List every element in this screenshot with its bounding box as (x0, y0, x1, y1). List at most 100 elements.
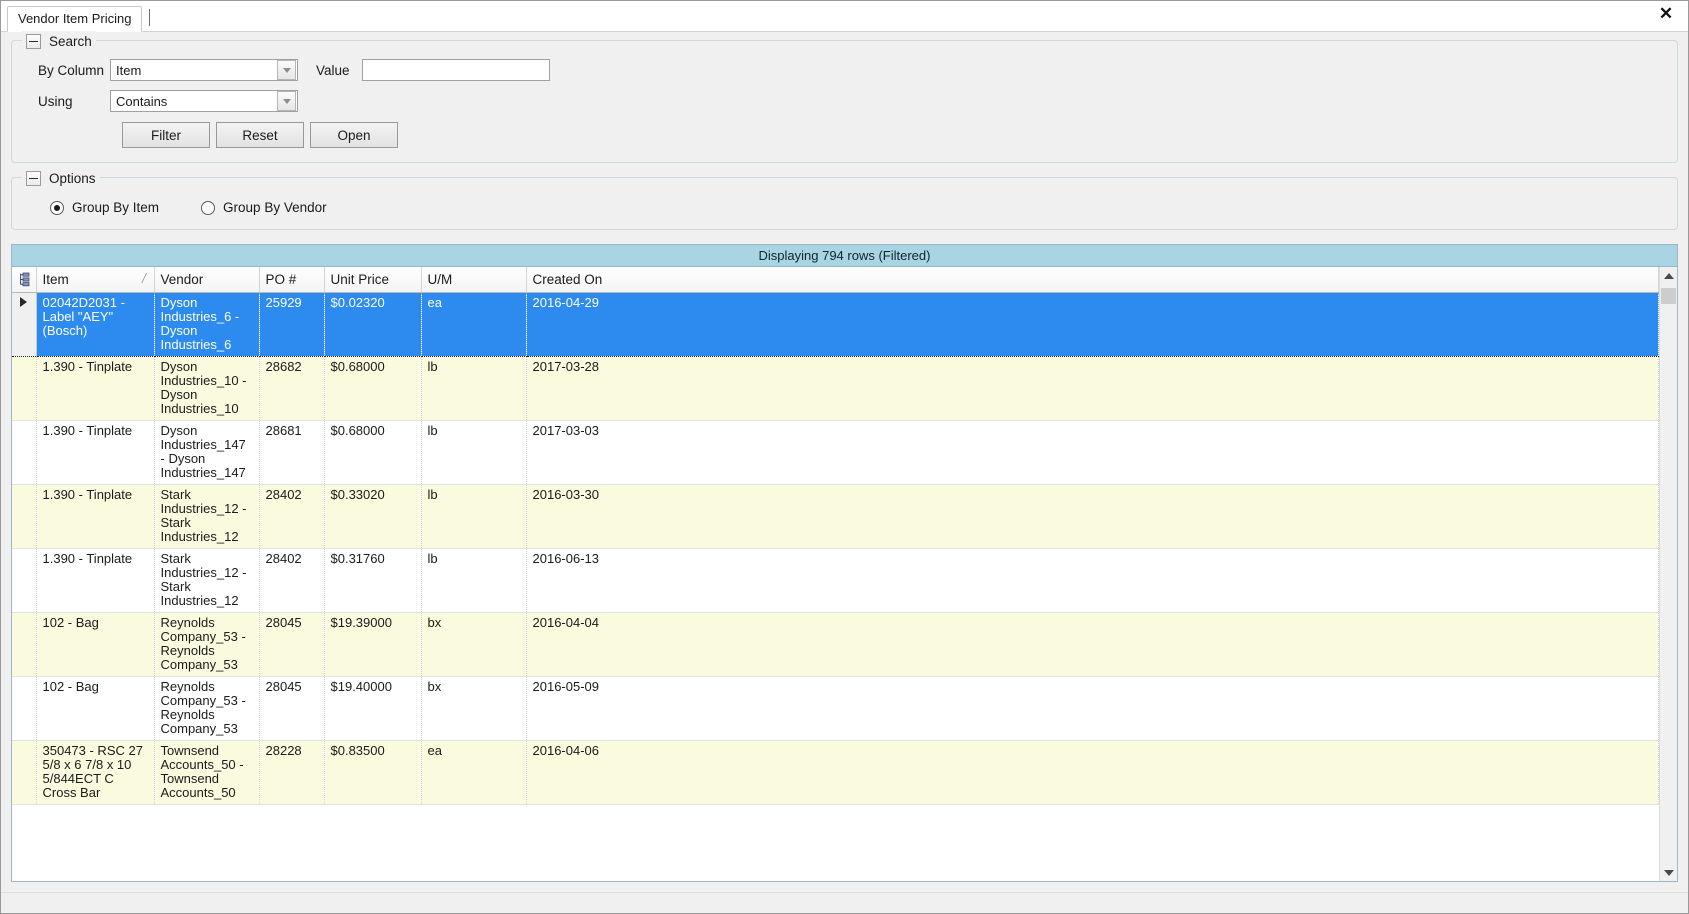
cell-item[interactable]: 1.390 - Tinplate (36, 356, 155, 421)
cell-item[interactable]: 02042D2031 - Label "AEY"(Bosch) (36, 292, 155, 357)
by-column-label: By Column (38, 62, 105, 78)
group-by-radio-group: Group By Item Group By Vendor (26, 196, 1663, 215)
table-row[interactable]: 350473 - RSC 27 5/8 x 6 7/8 x 10 5/844EC… (12, 740, 1659, 805)
radio-group-by-vendor[interactable]: Group By Vendor (201, 200, 327, 215)
reset-button[interactable]: Reset (216, 122, 304, 148)
cell-created-on[interactable]: 2016-04-29 (526, 292, 1659, 357)
collapse-search-icon[interactable] (26, 33, 41, 49)
table-row[interactable]: 102 - Bag Reynolds Company_53 - Reynolds … (12, 612, 1659, 677)
column-header-vendor-label: Vendor (160, 272, 204, 287)
cell-vendor[interactable]: Reynolds Company_53 - Reynolds Company_5… (154, 676, 260, 741)
cell-vendor[interactable]: Townsend Accounts_50 - Townsend Accounts… (154, 740, 260, 805)
column-header-po-label: PO # (265, 272, 297, 287)
cell-po[interactable]: 28402 (259, 548, 325, 613)
search-group-header: Search (22, 31, 96, 51)
column-header-unit-price[interactable]: Unit Price (324, 267, 422, 293)
by-column-value: Item (116, 62, 142, 78)
column-chooser-button[interactable] (12, 267, 37, 293)
cell-um[interactable]: ea (421, 292, 527, 357)
cell-po[interactable]: 28045 (259, 612, 325, 677)
cell-item[interactable]: 102 - Bag (36, 612, 155, 677)
cell-item[interactable]: 350473 - RSC 27 5/8 x 6 7/8 x 10 5/844EC… (36, 740, 155, 805)
row-header-cell[interactable] (12, 356, 37, 421)
value-input[interactable] (361, 59, 550, 81)
cell-unit-price[interactable]: $0.83500 (324, 740, 422, 805)
table-row[interactable]: 1.390 - Tinplate Dyson Industries_10 - Dy… (12, 356, 1659, 421)
cell-unit-price[interactable]: $19.39000 (324, 612, 422, 677)
cell-unit-price[interactable]: $0.68000 (324, 420, 422, 485)
cell-um[interactable]: lb (421, 548, 527, 613)
cell-po[interactable]: 28681 (259, 420, 325, 485)
cell-um[interactable]: lb (421, 484, 527, 549)
cell-item[interactable]: 1.390 - Tinplate (36, 548, 155, 613)
cell-unit-price[interactable]: $0.02320 (324, 292, 422, 357)
table-row[interactable]: 1.390 - Tinplate Stark Industries_12 - St… (12, 548, 1659, 613)
radio-group-by-item[interactable]: Group By Item (50, 200, 159, 215)
cell-vendor[interactable]: Dyson Industries_147 - Dyson Industries_… (154, 420, 260, 485)
row-header-cell[interactable] (12, 548, 37, 613)
cell-item[interactable]: 102 - Bag (36, 676, 155, 741)
cell-unit-price[interactable]: $19.40000 (324, 676, 422, 741)
by-column-select[interactable]: Item (110, 59, 298, 81)
table-row[interactable]: 1.390 - Tinplate Stark Industries_12 - St… (12, 484, 1659, 549)
row-header-cell[interactable] (12, 740, 37, 805)
row-header-cell[interactable] (12, 420, 37, 485)
cell-um[interactable]: lb (421, 420, 527, 485)
cell-po[interactable]: 28402 (259, 484, 325, 549)
cell-vendor[interactable]: Reynolds Company_53 - Reynolds Company_5… (154, 612, 260, 677)
cell-unit-price[interactable]: $0.33020 (324, 484, 422, 549)
cell-created-on[interactable]: 2016-05-09 (526, 676, 1659, 741)
row-header-cell[interactable] (12, 676, 37, 741)
cell-item[interactable]: 1.390 - Tinplate (36, 420, 155, 485)
table-row[interactable]: 102 - Bag Reynolds Company_53 - Reynolds … (12, 676, 1659, 741)
column-header-created-on[interactable]: Created On (526, 267, 1659, 293)
cell-created-on[interactable]: 2017-03-28 (526, 356, 1659, 421)
scrollbar-thumb[interactable] (1661, 288, 1676, 304)
cell-um[interactable]: bx (421, 612, 527, 677)
chevron-down-icon[interactable] (277, 91, 296, 111)
cell-unit-price[interactable]: $0.68000 (324, 356, 422, 421)
cell-vendor[interactable]: Stark Industries_12 - Stark Industries_1… (154, 548, 260, 613)
table-row[interactable]: 02042D2031 - Label "AEY"(Bosch) Dyson Ind… (12, 292, 1659, 357)
chevron-down-icon[interactable] (277, 60, 296, 80)
cell-um[interactable]: bx (421, 676, 527, 741)
cell-vendor[interactable]: Stark Industries_12 - Stark Industries_1… (154, 484, 260, 549)
cell-created-on[interactable]: 2016-04-06 (526, 740, 1659, 805)
options-group-header: Options (22, 168, 100, 188)
row-header-cell[interactable] (12, 484, 37, 549)
filter-button[interactable]: Filter (122, 122, 210, 148)
cell-um[interactable]: lb (421, 356, 527, 421)
using-select[interactable]: Contains (110, 90, 298, 112)
cell-created-on[interactable]: 2016-06-13 (526, 548, 1659, 613)
cell-created-on[interactable]: 2016-04-04 (526, 612, 1659, 677)
scroll-up-button[interactable] (1660, 267, 1677, 284)
cell-created-on[interactable]: 2016-03-30 (526, 484, 1659, 549)
cell-po[interactable]: 28228 (259, 740, 325, 805)
tab-vendor-item-pricing[interactable]: Vendor Item Pricing (7, 6, 143, 32)
close-icon[interactable]: ✕ (1656, 4, 1676, 24)
grid-body: 02042D2031 - Label "AEY"(Bosch) Dyson Ind… (12, 292, 1659, 805)
scrollbar-track[interactable] (1660, 284, 1677, 864)
table-row[interactable]: 1.390 - Tinplate Dyson Industries_147 - D… (12, 420, 1659, 485)
grid-vertical-scrollbar[interactable] (1659, 267, 1677, 881)
column-header-um[interactable]: U/M (421, 267, 527, 293)
grid-table: Item ⁄ Vendor PO # Unit Price U/M Created On 02… (12, 267, 1659, 805)
cell-um[interactable]: ea (421, 740, 527, 805)
cell-vendor[interactable]: Dyson Industries_10 - Dyson Industries_1… (154, 356, 260, 421)
open-button[interactable]: Open (310, 122, 398, 148)
chevron-up-icon (1663, 272, 1674, 279)
cell-item[interactable]: 1.390 - Tinplate (36, 484, 155, 549)
row-header-cell[interactable] (12, 292, 37, 357)
cell-created-on[interactable]: 2017-03-03 (526, 420, 1659, 485)
column-header-po[interactable]: PO # (259, 267, 325, 293)
cell-vendor[interactable]: Dyson Industries_6 - Dyson Industries_6 (154, 292, 260, 357)
cell-unit-price[interactable]: $0.31760 (324, 548, 422, 613)
cell-po[interactable]: 25929 (259, 292, 325, 357)
cell-po[interactable]: 28045 (259, 676, 325, 741)
collapse-options-icon[interactable] (26, 170, 41, 186)
column-header-item[interactable]: Item ⁄ (36, 267, 155, 293)
row-header-cell[interactable] (12, 612, 37, 677)
cell-po[interactable]: 28682 (259, 356, 325, 421)
scroll-down-button[interactable] (1660, 864, 1677, 881)
column-header-vendor[interactable]: Vendor (154, 267, 260, 293)
